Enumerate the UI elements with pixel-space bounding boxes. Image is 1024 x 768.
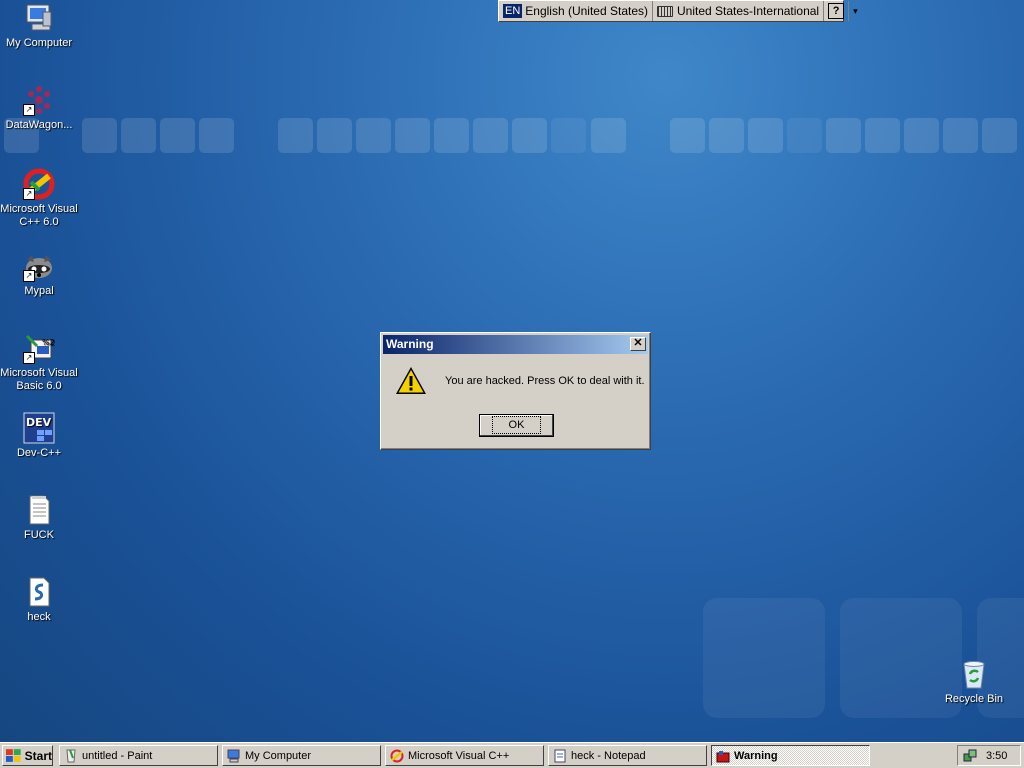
desktop-icon-label: DataWagon... bbox=[5, 119, 73, 131]
visual-cpp-icon: ↗ bbox=[23, 168, 55, 200]
close-button[interactable]: ✕ bbox=[630, 337, 646, 351]
start-label: Start bbox=[24, 748, 52, 763]
desktop-icon-label: Dev-C++ bbox=[16, 447, 62, 459]
shortcut-arrow-icon: ↗ bbox=[23, 188, 35, 200]
warning-icon bbox=[395, 365, 427, 397]
datawagon-icon: ↗ bbox=[23, 84, 55, 116]
warning-app-icon bbox=[716, 750, 730, 762]
desktop-icon-label: Microsoft Visual Basic 6.0 bbox=[0, 367, 78, 392]
taskbar-item-label: My Computer bbox=[245, 749, 312, 762]
shortcut-arrow-icon: ↗ bbox=[23, 270, 35, 282]
desktop-icon-label: Mypal bbox=[24, 285, 54, 297]
visual-basic-icon: %2 ↗ bbox=[23, 332, 55, 364]
desktop-icon-label: heck bbox=[27, 611, 51, 623]
language-badge: EN bbox=[503, 4, 523, 18]
desktop-icon-datawagon[interactable]: ↗ DataWagon... bbox=[0, 84, 78, 132]
taskbar: Start untitled - Paint My Computer Micro… bbox=[0, 742, 1024, 768]
desktop-icon-visual-basic[interactable]: %2 ↗ Microsoft Visual Basic 6.0 bbox=[0, 332, 78, 393]
svg-text:%2: %2 bbox=[42, 338, 55, 347]
start-button[interactable]: Start bbox=[2, 745, 53, 766]
visual-cpp-icon bbox=[390, 749, 404, 762]
desktop-icon-script-file[interactable]: heck bbox=[0, 576, 78, 624]
chevron-down-icon: ▾ bbox=[853, 5, 858, 16]
desktop-icon-visual-cpp[interactable]: ↗ Microsoft Visual C++ 6.0 bbox=[0, 168, 78, 229]
taskbar-item-label: untitled - Paint bbox=[82, 749, 153, 762]
svg-text:DEV: DEV bbox=[26, 416, 52, 429]
windows-logo-icon bbox=[6, 748, 21, 762]
notepad-icon bbox=[554, 749, 566, 762]
desktop-icon-my-computer[interactable]: My Computer bbox=[0, 2, 78, 50]
my-computer-icon bbox=[23, 2, 55, 34]
help-button[interactable]: ? bbox=[824, 1, 850, 21]
desktop-icon-label: My Computer bbox=[5, 37, 73, 49]
recycle-bin-icon bbox=[958, 658, 990, 690]
desktop-icon-recycle-bin[interactable]: Recycle Bin bbox=[935, 658, 1013, 706]
taskbar-item-visual-cpp[interactable]: Microsoft Visual C++ bbox=[385, 745, 544, 766]
taskbar-item-my-computer[interactable]: My Computer bbox=[222, 745, 381, 766]
shortcut-arrow-icon: ↗ bbox=[23, 104, 35, 116]
help-icon: ? bbox=[828, 3, 845, 19]
language-bar: EN English (United States) United States… bbox=[498, 0, 858, 22]
close-icon: ✕ bbox=[633, 337, 643, 349]
keyboard-icon bbox=[657, 5, 674, 17]
shortcut-arrow-icon: ↗ bbox=[23, 352, 35, 364]
language-selector[interactable]: EN English (United States) bbox=[499, 1, 654, 21]
taskbar-item-warning[interactable]: Warning bbox=[711, 745, 870, 766]
desktop-icon-label: FUCK bbox=[24, 529, 54, 541]
desktop-icon-label: Microsoft Visual C++ 6.0 bbox=[0, 203, 78, 228]
network-icon[interactable] bbox=[962, 748, 978, 764]
ok-button[interactable]: OK bbox=[479, 414, 554, 437]
taskbar-item-notepad[interactable]: heck - Notepad bbox=[548, 745, 707, 766]
ok-button-label: OK bbox=[491, 416, 542, 434]
language-bar-options-button[interactable]: ▾ bbox=[849, 1, 862, 21]
taskbar-item-label: heck - Notepad bbox=[571, 749, 646, 762]
keyboard-selector[interactable]: United States-International bbox=[653, 1, 825, 21]
taskbar-item-label: Microsoft Visual C++ bbox=[408, 749, 510, 762]
my-computer-icon bbox=[227, 749, 240, 762]
warning-dialog: Warning ✕ You are hacked. Press OK to de… bbox=[380, 332, 651, 450]
text-file-icon bbox=[23, 494, 55, 526]
desktop-icon-text-file[interactable]: FUCK bbox=[0, 494, 78, 542]
script-file-icon bbox=[23, 576, 55, 608]
desktop-icon-label: Recycle Bin bbox=[944, 693, 1004, 705]
paint-icon bbox=[66, 749, 76, 762]
desktop-icon-mypal[interactable]: ↗ Mypal bbox=[0, 250, 78, 298]
keyboard-label: United States-International bbox=[677, 4, 820, 18]
mypal-icon: ↗ bbox=[23, 250, 55, 282]
taskbar-item-label: Warning bbox=[734, 749, 778, 762]
dialog-titlebar[interactable]: Warning ✕ bbox=[383, 335, 648, 354]
dialog-message: You are hacked. Press OK to deal with it… bbox=[445, 375, 645, 387]
taskbar-item-paint[interactable]: untitled - Paint bbox=[59, 745, 218, 766]
language-label: English (United States) bbox=[525, 4, 649, 18]
dev-cpp-icon: DEV bbox=[23, 412, 55, 444]
clock[interactable]: 3:50 bbox=[986, 750, 1007, 762]
system-tray: 3:50 bbox=[957, 745, 1021, 766]
desktop-icon-dev-cpp[interactable]: DEV Dev-C++ bbox=[0, 412, 78, 460]
dialog-title: Warning bbox=[386, 337, 434, 351]
